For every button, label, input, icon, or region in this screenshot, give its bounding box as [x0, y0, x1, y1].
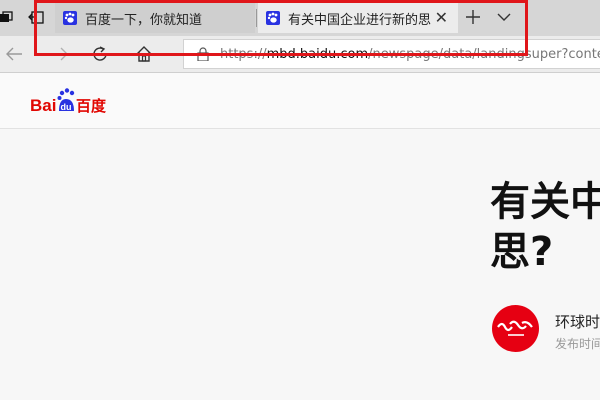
set-tabs-aside-icon[interactable] — [28, 11, 44, 25]
forward-arrow-icon — [52, 47, 68, 61]
article-title: 有关中 思? — [490, 177, 600, 277]
tab-title: 百度一下，你就知道 — [85, 12, 203, 28]
url-prefix: https:// — [220, 46, 267, 62]
back-arrow-icon — [6, 47, 22, 61]
tabbar-left-controls — [0, 0, 54, 36]
tab-baidu-home[interactable]: 百度一下，你就知道 — [55, 3, 255, 33]
author-avatar[interactable] — [492, 305, 539, 352]
plus-icon — [466, 10, 480, 24]
tab-article[interactable]: 有关中国企业进行新的思 ✕ — [258, 3, 458, 33]
article-title-line: 思? — [490, 229, 554, 275]
tab-title: 有关中国企业进行新的思 — [288, 12, 432, 28]
page-content: Bai du 百度 有关中 思? 环球时 发布时间 — [0, 73, 600, 400]
lock-icon — [197, 47, 209, 61]
baidu-logo[interactable]: Bai du 百度 — [30, 87, 114, 121]
tab-list-button[interactable] — [493, 4, 515, 30]
url-text: https://mbd.baidu.com/newspage/data/land… — [220, 47, 600, 62]
author-name[interactable]: 环球时 — [555, 311, 600, 332]
url-host: mbd.baidu.com — [266, 46, 369, 62]
logo-cn-text: 百度 — [76, 97, 107, 115]
avatar-logo-graphic — [497, 320, 533, 336]
home-icon — [136, 46, 152, 62]
refresh-icon — [93, 46, 107, 61]
baidu-paw-icon — [266, 11, 280, 25]
baidu-logo-graphic: Bai du 百度 — [30, 88, 107, 115]
new-tab-button[interactable] — [462, 4, 484, 30]
page-header: Bai du 百度 — [0, 73, 600, 129]
tab-separator — [256, 9, 257, 27]
refresh-button[interactable] — [86, 40, 114, 68]
url-path: /newspage/data/landingsuper?context=%7B — [368, 46, 600, 62]
tab-bar: 百度一下，你就知道 有关中国企业进行新的思 ✕ — [0, 0, 600, 36]
address-bar[interactable]: https://mbd.baidu.com/newspage/data/land… — [183, 39, 600, 69]
back-button[interactable] — [0, 40, 28, 68]
chevron-down-icon — [497, 13, 511, 21]
home-button[interactable] — [130, 40, 158, 68]
forward-button[interactable] — [46, 40, 74, 68]
logo-bai-text: Bai — [30, 96, 56, 115]
navigation-bar: https://mbd.baidu.com/newspage/data/land… — [0, 36, 600, 73]
publish-time-label: 发布时间 — [555, 337, 600, 351]
baidu-paw-icon — [63, 11, 77, 25]
tab-preview-icon[interactable] — [0, 11, 14, 25]
logo-du-text: du — [61, 102, 72, 112]
article-title-line: 有关中 — [490, 179, 600, 225]
close-icon[interactable]: ✕ — [435, 8, 448, 27]
